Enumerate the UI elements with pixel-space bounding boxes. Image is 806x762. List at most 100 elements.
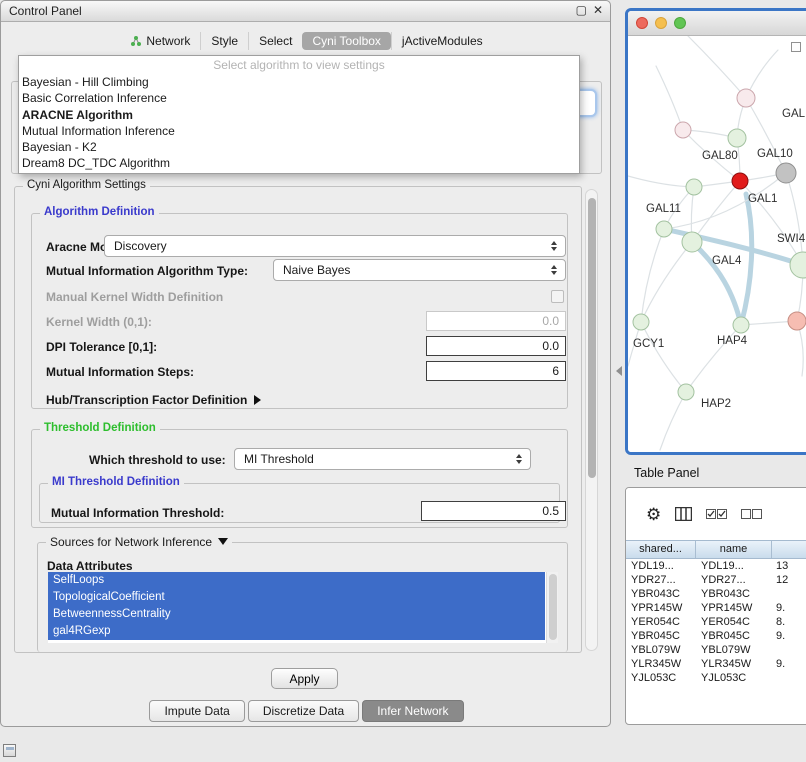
network-edge[interactable] [741, 194, 752, 325]
network-canvas[interactable]: GALGAL80GAL10GAL11GAL1SWI4GAL4GCY1HAP4HA… [628, 36, 806, 453]
network-edge[interactable] [641, 242, 692, 322]
tab-select[interactable]: Select [248, 32, 302, 50]
kernel-width-label: Kernel Width (0,1): [46, 315, 152, 329]
algorithm-option-selected[interactable]: ARACNE Algorithm [19, 107, 579, 123]
table-cell: YBL079W [696, 643, 772, 657]
tab-impute-data[interactable]: Impute Data [149, 700, 244, 722]
tab-infer-network[interactable]: Infer Network [362, 700, 463, 722]
checked-columns-icon[interactable] [706, 509, 727, 519]
combo-arrows-icon [546, 265, 562, 275]
mi-type-combobox[interactable]: Naive Bayes [273, 259, 566, 281]
algorithm-option[interactable]: Mutual Information Inference [19, 123, 579, 139]
splitter-collapse-icon[interactable] [611, 366, 622, 376]
tab-cyni-toolbox-label: Cyni Toolbox [312, 34, 380, 48]
show-columns-icon[interactable] [675, 507, 692, 521]
network-node[interactable] [656, 221, 672, 237]
attribute-item[interactable]: gal4RGexp [48, 623, 545, 640]
algorithm-option[interactable]: Dream8 DC_TDC Algorithm [19, 155, 579, 171]
table-panel-window: ⚙ shared... name YDL19...YDL19...13YDR2 [625, 487, 806, 725]
manual-kernel-label: Manual Kernel Width Definition [46, 290, 223, 304]
network-node[interactable] [728, 129, 746, 147]
table-cell: YJL053C [626, 671, 696, 685]
attribute-item[interactable]: BetweennessCentrality [48, 606, 545, 623]
column-header-name[interactable]: name [696, 541, 772, 558]
kernel-width-field[interactable]: 0.0 [426, 311, 566, 331]
network-node[interactable] [788, 312, 806, 330]
mi-threshold-field[interactable]: 0.5 [421, 501, 566, 521]
dpi-tolerance-label: DPI Tolerance [0,1]: [46, 340, 157, 354]
network-window-titlebar[interactable] [628, 11, 806, 36]
data-attributes-list[interactable]: SelfLoopsTopologicalCoefficientBetweenne… [48, 572, 558, 643]
table-row[interactable]: YBR045CYBR045C9. [626, 629, 806, 643]
network-glyph-icon [130, 35, 142, 47]
network-node[interactable] [790, 252, 806, 278]
apply-button[interactable]: Apply [271, 668, 338, 689]
network-edge[interactable] [688, 36, 746, 98]
hub-definition-toggle[interactable]: Hub/Transcription Factor Definition [46, 393, 261, 407]
network-edge[interactable] [746, 98, 786, 173]
table-row[interactable]: YBL079WYBL079W [626, 643, 806, 657]
tab-discretize-data[interactable]: Discretize Data [248, 700, 359, 722]
mi-steps-field[interactable]: 6 [426, 361, 566, 381]
which-threshold-label: Which threshold to use: [89, 453, 226, 467]
collapsed-arrow-icon [254, 395, 261, 405]
algorithm-option[interactable]: Bayesian - Hill Climbing [19, 74, 579, 90]
network-edge[interactable] [641, 322, 686, 392]
settings-scrollbar-thumb[interactable] [588, 198, 596, 478]
table-row[interactable]: YBR043CYBR043C [626, 587, 806, 601]
algorithm-option[interactable]: Bayesian - K2 [19, 139, 579, 155]
table-row[interactable]: YDR27...YDR27...12 [626, 573, 806, 587]
network-node[interactable] [732, 173, 748, 189]
minimize-traffic-light[interactable] [655, 17, 667, 29]
zoom-traffic-light[interactable] [674, 17, 686, 29]
attributes-scrollbar[interactable] [546, 572, 558, 643]
column-header-shared-name[interactable]: shared... [626, 541, 696, 558]
sources-toggle[interactable]: Sources for Network Inference [46, 535, 232, 549]
network-node[interactable] [776, 163, 796, 183]
network-node[interactable] [733, 317, 749, 333]
attribute-item[interactable]: SelfLoops [48, 572, 545, 589]
dock-panel-icon[interactable] [3, 744, 16, 757]
combo-arrows-icon [511, 454, 527, 464]
tab-style[interactable]: Style [200, 32, 248, 50]
table-row[interactable]: YJL053CYJL053C [626, 671, 806, 685]
tab-jactivemodules[interactable]: jActiveModules [391, 32, 493, 50]
network-node[interactable] [737, 89, 755, 107]
aracne-mode-combobox[interactable]: Discovery [104, 235, 566, 257]
node-label: SWI4 [777, 233, 806, 245]
kernel-width-value: 0.0 [542, 314, 559, 328]
column-header-partial[interactable] [772, 541, 806, 558]
tab-network[interactable]: Network [120, 32, 200, 50]
mi-type-value: Naive Bayes [274, 263, 546, 277]
table-panel-title: Table Panel [634, 466, 699, 480]
attribute-item[interactable]: TopologicalCoefficient [48, 589, 545, 606]
close-window-icon[interactable]: ✕ [593, 3, 603, 17]
network-edge[interactable] [656, 66, 683, 130]
table-row[interactable]: YDL19...YDL19...13 [626, 559, 806, 573]
table-row[interactable]: YLR345WYLR345W9. [626, 657, 806, 671]
network-node[interactable] [675, 122, 691, 138]
network-node[interactable] [682, 232, 702, 252]
tab-cyni-toolbox[interactable]: Cyni Toolbox [302, 32, 390, 50]
control-panel-titlebar[interactable]: Control Panel ▢ ✕ [1, 1, 610, 22]
network-graph[interactable]: GALGAL80GAL10GAL11GAL1SWI4GAL4GCY1HAP4HA… [628, 36, 806, 453]
algorithm-option[interactable]: Basic Correlation Inference [19, 90, 579, 106]
table-row[interactable]: YER054CYER054C8. [626, 615, 806, 629]
table-cell: YDR27... [626, 573, 696, 587]
network-node[interactable] [686, 179, 702, 195]
settings-scrollbar[interactable] [585, 189, 598, 651]
network-edge[interactable] [628, 176, 694, 187]
which-threshold-combobox[interactable]: MI Threshold [234, 448, 531, 470]
network-node[interactable] [678, 384, 694, 400]
gear-icon[interactable]: ⚙ [646, 506, 661, 523]
network-edge[interactable] [641, 229, 664, 322]
network-node[interactable] [633, 314, 649, 330]
table-row[interactable]: YPR145WYPR145W9. [626, 601, 806, 615]
unchecked-columns-icon[interactable] [741, 509, 762, 519]
mi-threshold-label: Mutual Information Threshold: [51, 506, 224, 520]
dpi-tolerance-field[interactable]: 0.0 [426, 336, 566, 356]
manual-kernel-checkbox[interactable] [551, 290, 564, 303]
network-edge[interactable] [660, 392, 686, 450]
close-traffic-light[interactable] [636, 17, 648, 29]
float-window-icon[interactable]: ▢ [576, 3, 587, 17]
